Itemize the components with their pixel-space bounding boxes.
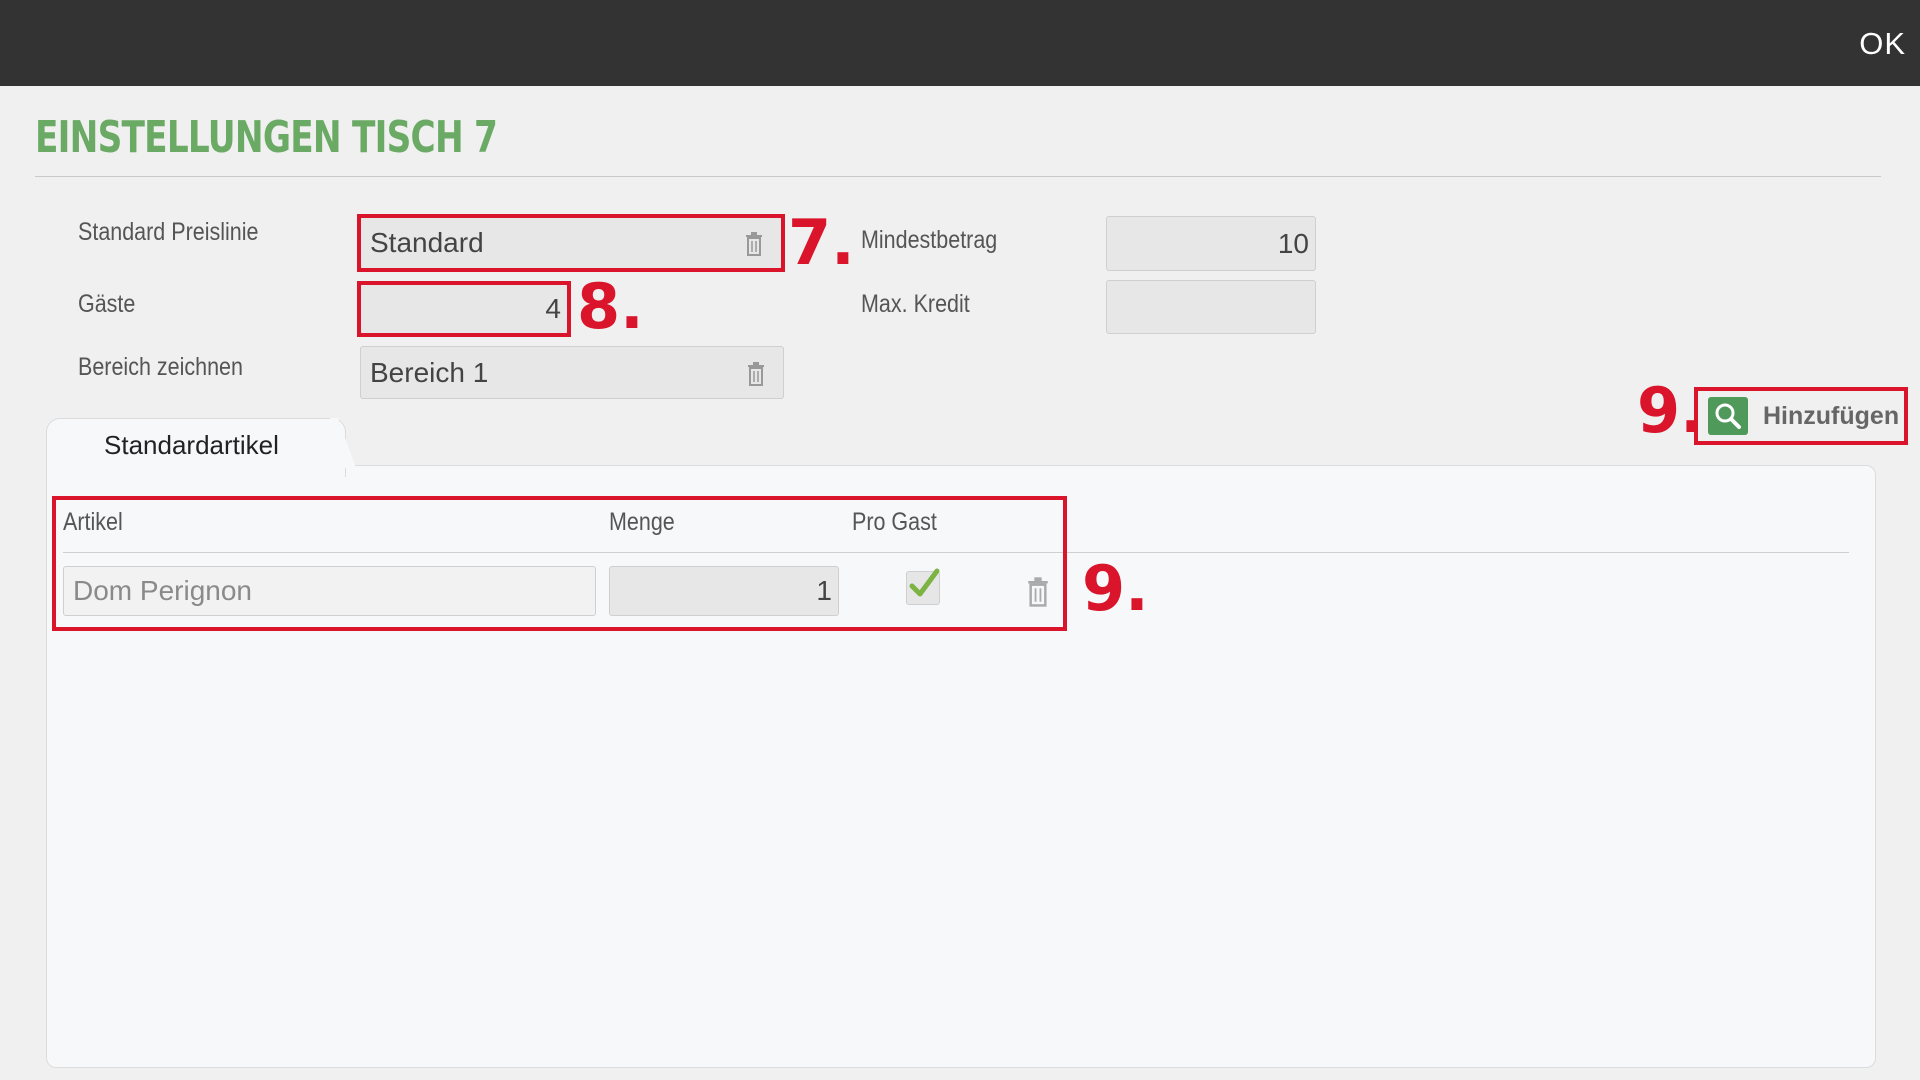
annotation-box-7 — [357, 214, 785, 272]
bereich-label: Bereich zeichnen — [78, 353, 243, 381]
annotation-number-9-table: 9. — [1082, 552, 1149, 625]
annotation-box-9-table — [52, 496, 1067, 631]
mindestbetrag-value: 10 — [1277, 227, 1309, 259]
annotation-box-8 — [357, 281, 571, 337]
annotation-box-9-add — [1694, 387, 1908, 445]
page-title: EINSTELLUNGEN TISCH 7 — [35, 112, 498, 163]
bereich-value: Bereich 1 — [370, 356, 489, 388]
bereich-select[interactable]: Bereich 1 — [360, 346, 784, 399]
mindestbetrag-label: Mindestbetrag — [861, 226, 998, 254]
ok-button[interactable]: OK — [1859, 26, 1906, 62]
mindestbetrag-input[interactable]: 10 — [1106, 216, 1316, 271]
title-divider — [35, 176, 1881, 177]
kredit-input[interactable] — [1106, 280, 1316, 334]
kredit-label: Max. Kredit — [861, 290, 970, 318]
top-bar: OK — [0, 0, 1920, 86]
gaeste-label: Gäste — [78, 290, 136, 318]
preislinie-label: Standard Preislinie — [78, 218, 259, 246]
annotation-number-7: 7. — [788, 206, 855, 279]
trash-icon[interactable] — [747, 362, 765, 386]
tab-standardartikel-label: Standardartikel — [104, 430, 279, 460]
annotation-number-8: 8. — [577, 270, 644, 343]
